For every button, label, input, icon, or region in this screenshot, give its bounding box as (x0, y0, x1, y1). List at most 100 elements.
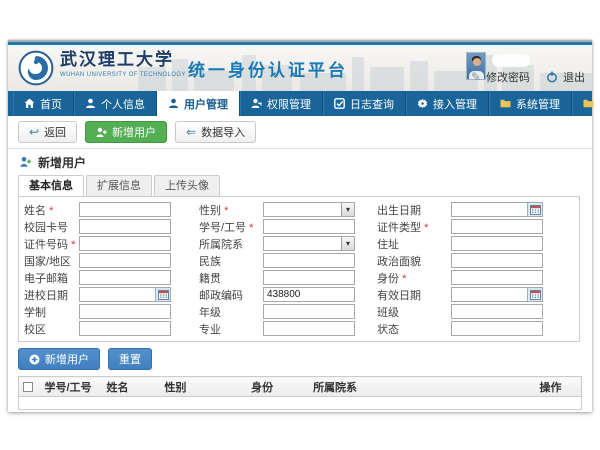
tab-upload-avatar[interactable]: 上传头像 (154, 175, 220, 196)
required-asterisk: * (402, 273, 406, 285)
grade-input[interactable] (263, 304, 355, 319)
reset-button-label: 重置 (119, 351, 141, 367)
table-header-row: 学号/工号姓名性别身份所属院系操作 (19, 377, 582, 397)
major-input[interactable] (263, 321, 355, 336)
checklist-icon (334, 98, 345, 109)
required-asterisk: * (249, 222, 253, 234)
submit-add-user-label: 新增用户 (45, 351, 89, 367)
change-password-link[interactable]: 修改密码 (486, 69, 530, 85)
student-id-label: 学号/工号 * (171, 219, 263, 235)
identity-input[interactable] (451, 270, 543, 285)
back-button[interactable]: ↩ 返回 (18, 121, 77, 143)
form-row: 国家/地区民族政治面貌 (19, 252, 579, 269)
form-actions: 新增用户 重置 (8, 342, 592, 376)
page: 武汉理工大学 WUHAN UNIVERSITY OF TECHNOLOGY 统一… (0, 0, 600, 450)
tab-extended-info[interactable]: 扩展信息 (86, 175, 152, 196)
university-name-en: WUHAN UNIVERSITY OF TECHNOLOGY (60, 72, 186, 78)
user-icon (85, 98, 96, 109)
required-asterisk: * (49, 205, 53, 217)
birth-date-label: 出生日期 (355, 202, 451, 218)
required-asterisk: * (71, 239, 75, 251)
enrollment-date-label: 进校日期 (19, 287, 79, 303)
select-all-checkbox[interactable] (23, 382, 33, 392)
nav-item-label: 权限管理 (267, 96, 311, 112)
column-header-department: 所属院系 (309, 377, 535, 397)
add-user-toolbar-button[interactable]: 新增用户 (85, 121, 167, 143)
political-status-input[interactable] (451, 253, 543, 268)
university-name-cn: 武汉理工大学 (60, 52, 186, 69)
submit-add-user-button[interactable]: 新增用户 (18, 348, 100, 370)
form-row: 电子邮箱籍贯身份 * (19, 269, 579, 286)
ethnicity-input[interactable] (263, 253, 355, 268)
name-input[interactable] (79, 202, 171, 217)
class-label: 班级 (355, 304, 451, 320)
department-label: 所属院系 (171, 236, 263, 252)
postal-code-label: 邮政编码 (171, 287, 263, 303)
class-input[interactable] (451, 304, 543, 319)
user-name-area (492, 54, 530, 67)
required-asterisk: * (424, 222, 428, 234)
column-header-name: 姓名 (102, 377, 160, 397)
home-icon (24, 98, 35, 109)
nav-item-home[interactable]: 首页 (13, 91, 74, 116)
campus-label: 校区 (19, 321, 79, 337)
nav-item-label: 首页 (40, 96, 62, 112)
tab-basic-info[interactable]: 基本信息 (18, 175, 84, 196)
data-import-button[interactable]: ⇐ 数据导入 (175, 121, 256, 143)
id-type-label: 证件类型 * (355, 219, 451, 235)
column-header-identity: 身份 (247, 377, 309, 397)
nav-item-label: 用户管理 (184, 96, 228, 112)
calendar-icon[interactable] (155, 288, 170, 301)
basic-info-panel: 姓名 *性别 *▾出生日期校园卡号学号/工号 *证件类型 *证件号码 *所属院系… (18, 196, 580, 342)
nav-item-log-query[interactable]: 日志查询 (323, 91, 406, 116)
dropdown-arrow-icon[interactable]: ▾ (341, 237, 354, 250)
campus-input[interactable] (79, 321, 171, 336)
user-icon (168, 98, 179, 109)
country-region-input[interactable] (79, 253, 171, 268)
reset-button[interactable]: 重置 (108, 348, 152, 370)
study-length-input[interactable] (79, 304, 171, 319)
table-empty-row (19, 397, 582, 410)
address-label: 住址 (355, 236, 451, 252)
section-title: 新增用户 (38, 154, 86, 171)
student-id-input[interactable] (263, 219, 355, 234)
tab-bar: 基本信息扩展信息上传头像 (8, 175, 592, 196)
toolbar: ↩ 返回 新增用户 ⇐ 数据导入 (8, 116, 592, 149)
id-number-input[interactable] (79, 236, 171, 251)
section-header: 新增用户 (8, 149, 592, 175)
logout-link[interactable]: 退出 (563, 69, 585, 85)
nav-item-subscription-management[interactable]: 订阅管理 (572, 91, 600, 116)
add-user-section-icon (20, 156, 32, 168)
circle-plus-icon (29, 354, 40, 365)
native-place-input[interactable] (263, 270, 355, 285)
email-input[interactable] (79, 270, 171, 285)
address-input[interactable] (451, 236, 543, 251)
dropdown-arrow-icon[interactable]: ▾ (341, 203, 354, 216)
id-number-label: 证件号码 * (19, 236, 79, 252)
campus-card-number-input[interactable] (79, 219, 171, 234)
form-row: 校区专业状态 (19, 320, 579, 337)
political-status-label: 政治面貌 (355, 253, 451, 269)
ethnicity-label: 民族 (171, 253, 263, 269)
study-length-label: 学制 (19, 304, 79, 320)
university-logo (18, 50, 54, 86)
calendar-icon[interactable] (527, 288, 542, 301)
calendar-icon[interactable] (527, 203, 542, 216)
folder-icon (500, 98, 511, 109)
data-import-label: 数据导入 (201, 124, 245, 140)
postal-code-input[interactable] (263, 287, 355, 302)
form-row: 进校日期邮政编码有效日期 (19, 286, 579, 303)
required-asterisk: * (224, 205, 228, 217)
major-label: 专业 (171, 321, 263, 337)
user-table: 学号/工号姓名性别身份所属院系操作 (18, 376, 582, 410)
nav-item-system-management[interactable]: 系统管理 (489, 91, 572, 116)
nav-item-access-management[interactable]: 接入管理 (406, 91, 489, 116)
header: 武汉理工大学 WUHAN UNIVERSITY OF TECHNOLOGY 统一… (8, 45, 592, 91)
nav-item-profile[interactable]: 个人信息 (74, 91, 157, 116)
column-header-operations: 操作 (536, 377, 582, 397)
pencil-icon: ✎ (471, 70, 481, 84)
nav-item-permission-management[interactable]: 权限管理 (240, 91, 323, 116)
status-input[interactable] (451, 321, 543, 336)
nav-item-user-management[interactable]: 用户管理 (157, 91, 240, 116)
id-type-input[interactable] (451, 219, 543, 234)
